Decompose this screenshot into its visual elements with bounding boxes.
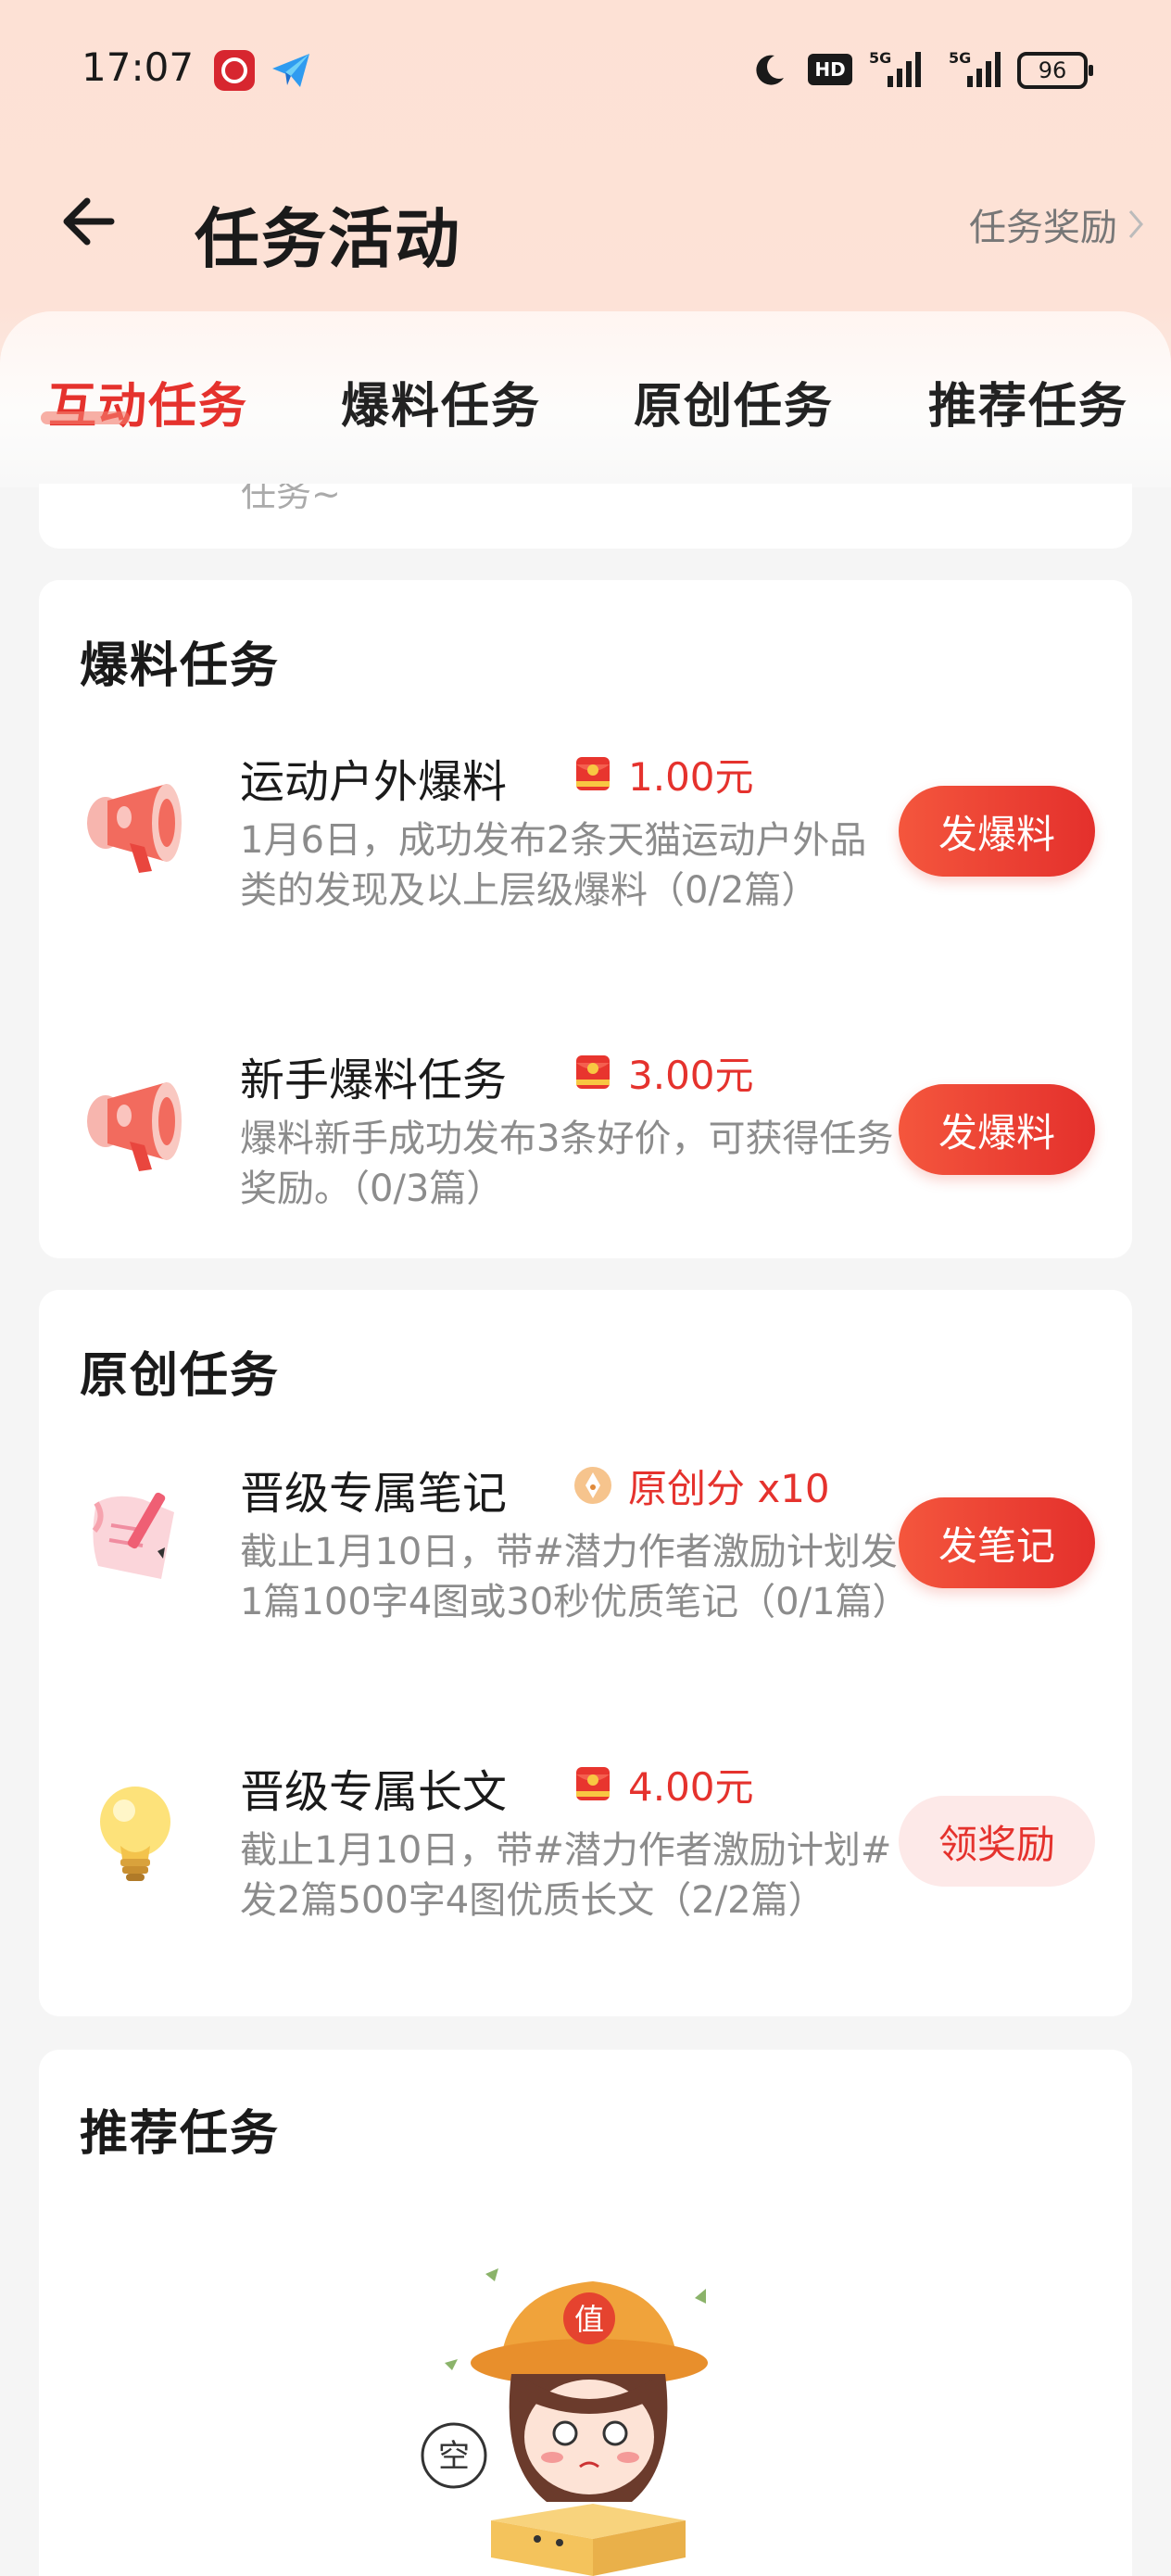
active-tab-indicator [41,411,130,424]
claim-reward-button[interactable]: 领奖励 [899,1796,1095,1887]
hd-voice-icon: HD [808,54,852,85]
signal-strength-icon: 5G [869,49,921,87]
app-notification-icon [214,50,255,91]
task-description: 任务~ [241,484,341,514]
megaphone-icon [87,784,182,873]
signal-label: 5G [949,49,971,67]
reward-amount: 原创分 x10 [628,1465,830,1511]
tab-original-tasks[interactable]: 原创任务 [634,367,834,436]
status-time: 17:07 [82,44,195,90]
bubble-text: 空 [438,2438,470,2475]
megaphone-icon [87,1082,182,1171]
task-item: 新手爆料任务 3.00元 爆料新手成功发布3条好价，可获得任务奖励。（0/3篇）… [39,1043,1132,1229]
reward-amount: 3.00元 [628,1052,754,1098]
paper-plane-icon [272,54,309,87]
task-description: 爆料新手成功发布3条好价，可获得任务奖励。（0/3篇） [240,1118,894,1210]
signal-label: 5G [869,49,891,67]
reward-amount: 1.00元 [628,753,754,800]
reward-badge: 3.00元 [573,1049,754,1098]
navigation-bar: 任务活动 任务奖励 [0,167,1171,278]
chevron-right-icon [1128,210,1143,238]
empty-state-illustration: 值 空 [421,2268,708,2576]
light-bulb-icon [100,1787,170,1881]
signal-strength-icon: 5G [949,49,1001,87]
section-title: 推荐任务 [80,2106,281,2162]
pen-nib-icon [574,1467,611,1504]
red-packet-icon [576,757,610,790]
battery-icon: 96 [1017,52,1093,89]
task-description: 1月6日，成功发布2条天猫运动户外品类的发现及以上层级爆料（0/2篇） [240,819,867,912]
task-description: 截止1月10日，带#潜力作者激励计划#发2篇500字4图优质长文（2/2篇） [240,1829,892,1922]
baoliao-task-card: 爆料任务 运动户外爆料 1.00元 1月6日，成功发布2条天猫运动户外品类的发现… [39,580,1132,1258]
post-baoliao-button[interactable]: 发爆料 [899,1084,1095,1175]
reward-badge: 1.00元 [573,751,754,800]
tab-interactive-tasks[interactable]: 互动任务 [48,367,248,436]
status-bar: 17:07 HD 5G 5G 96 [0,0,1171,139]
original-task-card: 原创任务 晋级专属笔记 原创分 x10 截止1月10日，带#潜力作者激励计划发1… [39,1290,1132,2016]
task-title: 晋级专属长文 [240,1766,508,1818]
section-title: 爆料任务 [80,638,281,694]
section-title: 原创任务 [80,1348,281,1404]
red-packet-icon [576,1767,610,1800]
post-note-button[interactable]: 发笔记 [899,1497,1095,1588]
reward-amount: 4.00元 [628,1763,754,1810]
task-tab-bar: 互动任务 爆料任务 原创任务 推荐任务 [0,311,1171,487]
tab-baoliao-tasks[interactable]: 爆料任务 [341,367,541,436]
post-baoliao-button[interactable]: 发爆料 [899,786,1095,877]
task-item: 晋级专属笔记 原创分 x10 截止1月10日，带#潜力作者激励计划发1篇100字… [39,1457,1132,1688]
task-description: 截止1月10日，带#潜力作者激励计划发1篇100字4图或30秒优质笔记（0/1篇… [240,1531,910,1623]
interactive-task-card: 任务~ [39,484,1132,549]
hat-badge-text: 值 [574,2302,604,2337]
tab-recommend-tasks[interactable]: 推荐任务 [928,367,1128,436]
task-title: 晋级专属笔记 [240,1468,508,1520]
task-item: 晋级专属长文 4.00元 截止1月10日，带#潜力作者激励计划#发2篇500字4… [39,1755,1132,1987]
task-item: 运动户外爆料 1.00元 1月6日，成功发布2条天猫运动户外品类的发现及以上层级… [39,745,1132,977]
task-activity-page: 17:07 HD 5G 5G 96 任务活动 任务奖励 互动任务 爆料任务 原创… [0,0,1171,2576]
page-title: 任务活动 [195,201,461,277]
back-arrow-icon[interactable] [57,189,122,254]
moon-icon [756,55,784,85]
task-title: 运动户外爆料 [240,756,508,808]
task-reward-link[interactable]: 任务奖励 [969,196,1147,252]
reward-badge: 4.00元 [573,1761,754,1810]
task-reward-link-label: 任务奖励 [969,207,1117,249]
reward-badge: 原创分 x10 [573,1462,830,1511]
red-packet-icon [576,1055,610,1089]
task-title: 新手爆料任务 [240,1054,508,1106]
note-paper-icon [92,1492,174,1579]
